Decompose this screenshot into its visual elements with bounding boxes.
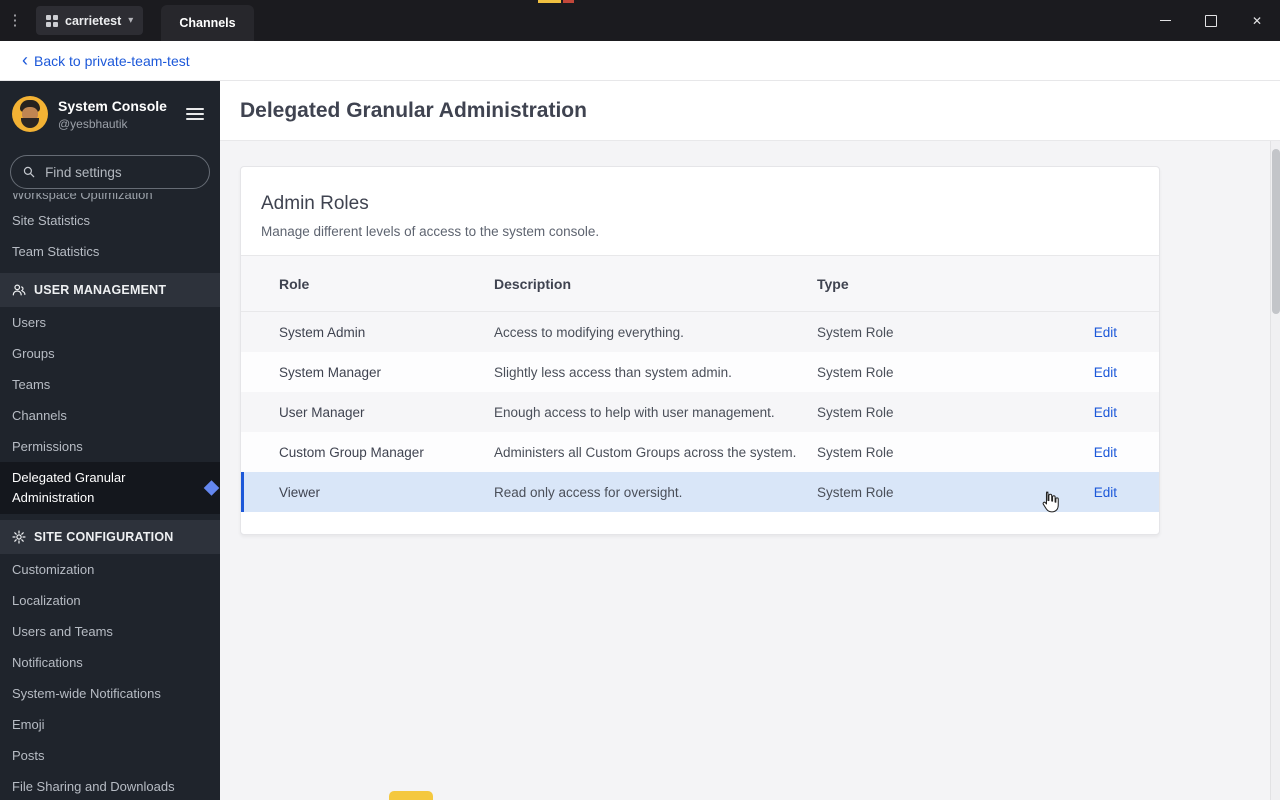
cell-role: System Manager <box>279 364 382 380</box>
sidebar-item-posts[interactable]: Posts <box>0 740 220 771</box>
card-head: Admin Roles Manage different levels of a… <box>241 167 1159 255</box>
active-item-label: Delegated Granular Administration <box>12 470 126 505</box>
edit-link[interactable]: Edit <box>1094 325 1117 340</box>
cell-description: Administers all Custom Groups across the… <box>494 444 797 460</box>
cell-type: System Role <box>817 404 894 420</box>
sidebar: System Console @yesbhautik Workspace Opt… <box>0 81 220 800</box>
table-row-viewer[interactable]: Viewer Read only access for oversight. S… <box>241 472 1159 512</box>
titlebar: ⋮ carrietest ▾ Channels ✕ <box>0 0 1280 41</box>
background-window-artifact <box>389 791 433 800</box>
sidebar-item-permissions[interactable]: Permissions <box>0 431 220 462</box>
sidebar-item-users[interactable]: Users <box>0 307 220 338</box>
sidebar-item-file-sharing-and-downloads[interactable]: File Sharing and Downloads <box>0 771 220 800</box>
section-user-management-label: USER MANAGEMENT <box>34 283 167 297</box>
sidebar-item-customization[interactable]: Customization <box>0 554 220 585</box>
minimize-button[interactable] <box>1142 0 1188 41</box>
background-window-artifact <box>538 0 561 3</box>
chevron-down-icon: ▾ <box>128 15 134 26</box>
server-selector[interactable]: carrietest ▾ <box>36 6 144 35</box>
settings-search[interactable] <box>10 155 210 189</box>
minimize-icon <box>1159 20 1171 21</box>
cell-description: Slightly less access than system admin. <box>494 364 732 380</box>
cell-type: System Role <box>817 364 894 380</box>
card-description: Manage different levels of access to the… <box>261 224 600 239</box>
site-configuration-icon <box>12 530 26 544</box>
app-window: ⋮ carrietest ▾ Channels ✕ ‹ Back to priv… <box>0 0 1280 800</box>
active-pointer-icon <box>203 480 220 496</box>
cell-type: System Role <box>817 324 894 340</box>
cell-role: Custom Group Manager <box>279 444 424 460</box>
maximize-button[interactable] <box>1188 0 1234 41</box>
back-link[interactable]: ‹ Back to private-team-test <box>22 49 190 70</box>
kebab-menu-icon[interactable]: ⋮ <box>0 0 30 41</box>
section-site-configuration-label: SITE CONFIGURATION <box>34 530 174 544</box>
edit-link[interactable]: Edit <box>1094 485 1117 500</box>
edit-link[interactable]: Edit <box>1094 405 1117 420</box>
back-chevron-icon: ‹ <box>22 49 28 70</box>
scrollbar-thumb[interactable] <box>1272 149 1280 314</box>
sidebar-item-site-statistics[interactable]: Site Statistics <box>0 205 220 236</box>
tab-channels[interactable]: Channels <box>161 5 254 41</box>
window-controls: ✕ <box>1142 0 1280 41</box>
page-title: Delegated Granular Administration <box>240 98 587 122</box>
table-row-system-admin: System Admin Access to modifying everyth… <box>241 312 1159 352</box>
search-input[interactable] <box>43 163 197 181</box>
cell-description: Access to modifying everything. <box>494 324 684 340</box>
cell-role: User Manager <box>279 404 365 420</box>
back-navigation-bar: ‹ Back to private-team-test <box>0 41 1280 81</box>
page-header: Delegated Granular Administration <box>220 81 1280 141</box>
hamburger-icon[interactable] <box>186 105 204 123</box>
card-title: Admin Roles <box>261 193 369 214</box>
vertical-scrollbar[interactable] <box>1270 141 1280 800</box>
cell-type: System Role <box>817 484 894 500</box>
table-row-user-manager: User Manager Enough access to help with … <box>241 392 1159 432</box>
console-username: @yesbhautik <box>58 116 128 131</box>
sidebar-item-notifications[interactable]: Notifications <box>0 647 220 678</box>
table-header-row: Role Description Type <box>241 255 1159 312</box>
edit-link[interactable]: Edit <box>1094 445 1117 460</box>
main-content: Admin Roles Manage different levels of a… <box>220 141 1280 800</box>
column-header-role: Role <box>279 275 310 292</box>
sidebar-item-channels[interactable]: Channels <box>0 400 220 431</box>
admin-roles-card: Admin Roles Manage different levels of a… <box>240 166 1160 535</box>
sidebar-header: System Console @yesbhautik <box>0 81 220 147</box>
table-row-custom-group-manager: Custom Group Manager Administers all Cus… <box>241 432 1159 472</box>
table-row-system-manager: System Manager Slightly less access than… <box>241 352 1159 392</box>
console-title: System Console <box>58 97 167 114</box>
server-grid-icon <box>46 14 58 27</box>
sidebar-item-delegated-granular-administration[interactable]: Delegated Granular Administration <box>0 462 220 514</box>
column-header-description: Description <box>494 275 572 292</box>
maximize-icon <box>1205 14 1217 27</box>
sidebar-item-teams[interactable]: Teams <box>0 369 220 400</box>
user-management-icon <box>12 284 26 296</box>
search-icon <box>23 166 35 178</box>
sidebar-titles: System Console @yesbhautik <box>58 98 167 131</box>
cell-type: System Role <box>817 444 894 460</box>
cell-role: Viewer <box>279 484 321 500</box>
sidebar-item-groups[interactable]: Groups <box>0 338 220 369</box>
roles-table: Role Description Type System Admin Acces… <box>241 255 1159 534</box>
server-name: carrietest <box>65 13 122 28</box>
sidebar-item-workspace-optimization[interactable]: Workspace Optimization <box>0 193 220 203</box>
cell-description: Enough access to help with user manageme… <box>494 404 775 420</box>
section-site-configuration: SITE CONFIGURATION <box>0 520 220 554</box>
back-link-label: Back to private-team-test <box>34 52 190 69</box>
cell-role: System Admin <box>279 324 366 340</box>
background-window-artifact <box>563 0 574 3</box>
close-button[interactable]: ✕ <box>1234 0 1280 41</box>
clipped-sidebar-item: Workspace Optimization <box>0 193 220 205</box>
sidebar-item-localization[interactable]: Localization <box>0 585 220 616</box>
section-user-management: USER MANAGEMENT <box>0 273 220 307</box>
close-icon: ✕ <box>1251 13 1263 28</box>
edit-link[interactable]: Edit <box>1094 365 1117 380</box>
cell-description: Read only access for oversight. <box>494 484 683 500</box>
sidebar-item-users-and-teams[interactable]: Users and Teams <box>0 616 220 647</box>
avatar[interactable] <box>12 96 48 132</box>
sidebar-item-team-statistics[interactable]: Team Statistics <box>0 236 220 267</box>
column-header-type: Type <box>817 275 849 292</box>
sidebar-item-emoji[interactable]: Emoji <box>0 709 220 740</box>
sidebar-item-system-wide-notifications[interactable]: System-wide Notifications <box>0 678 220 709</box>
